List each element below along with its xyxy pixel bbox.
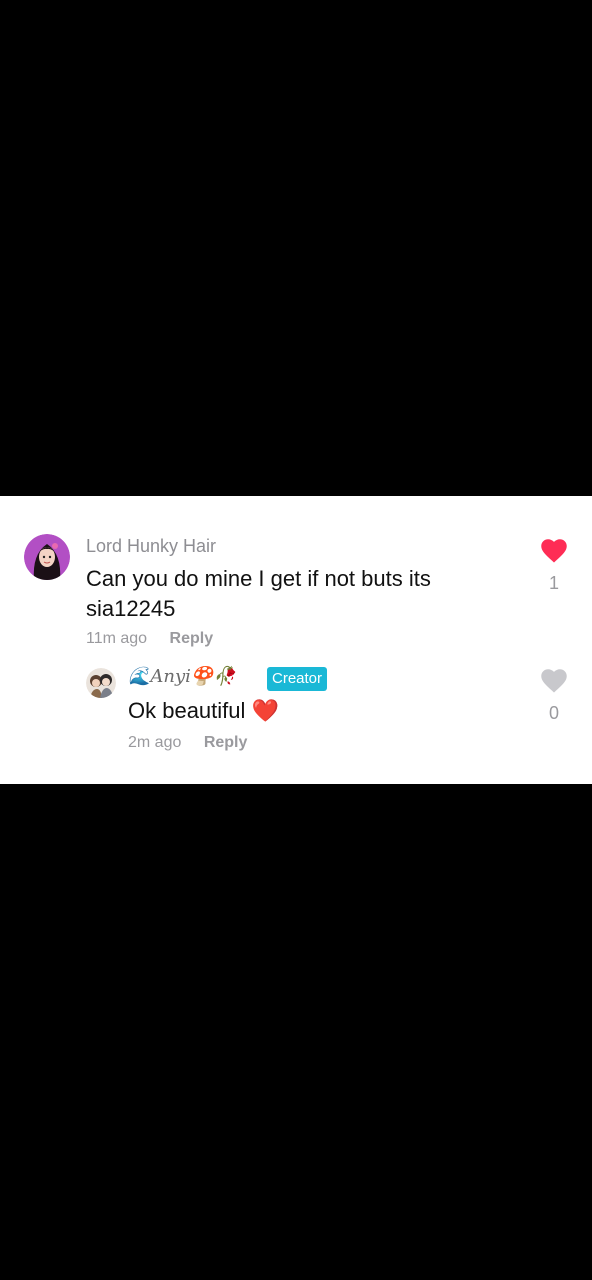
- comment-timestamp: 11m ago: [86, 630, 148, 647]
- avatar-couple-icon: [86, 668, 116, 698]
- reply-like-count: 0: [548, 703, 559, 723]
- reply-reply-button[interactable]: Reply: [204, 734, 248, 751]
- creator-badge: Creator: [267, 667, 328, 691]
- comment-reply-button[interactable]: Reply: [170, 630, 214, 648]
- comment-like-button[interactable]: [534, 536, 574, 569]
- comment-text: Can you do mine I get if not buts its si…: [86, 566, 431, 621]
- reply-avatar[interactable]: [86, 668, 116, 698]
- comment-like-group: 1: [534, 536, 574, 594]
- reply-meta: 2m ago Reply: [128, 734, 247, 752]
- heart-filled-icon: [541, 539, 567, 563]
- comment-panel: Lord Hunky Hair Can you do mine I get if…: [0, 496, 592, 784]
- reply-timestamp: 2m ago: [128, 734, 182, 751]
- reply-text: Ok beautiful ❤️: [128, 698, 279, 723]
- avatar-girl-icon: [24, 534, 70, 580]
- comment-like-count: 1: [548, 573, 559, 593]
- commenter-username[interactable]: Lord Hunky Hair: [86, 536, 216, 557]
- commenter-avatar[interactable]: [24, 534, 70, 580]
- reply-like-button[interactable]: [534, 666, 574, 699]
- reply-username[interactable]: 🌊Anyi🍄🥀: [128, 666, 236, 687]
- reply-like-group: 0: [534, 666, 574, 724]
- comment-meta: 11m ago Reply: [86, 630, 213, 648]
- heart-outline-icon: [541, 669, 567, 693]
